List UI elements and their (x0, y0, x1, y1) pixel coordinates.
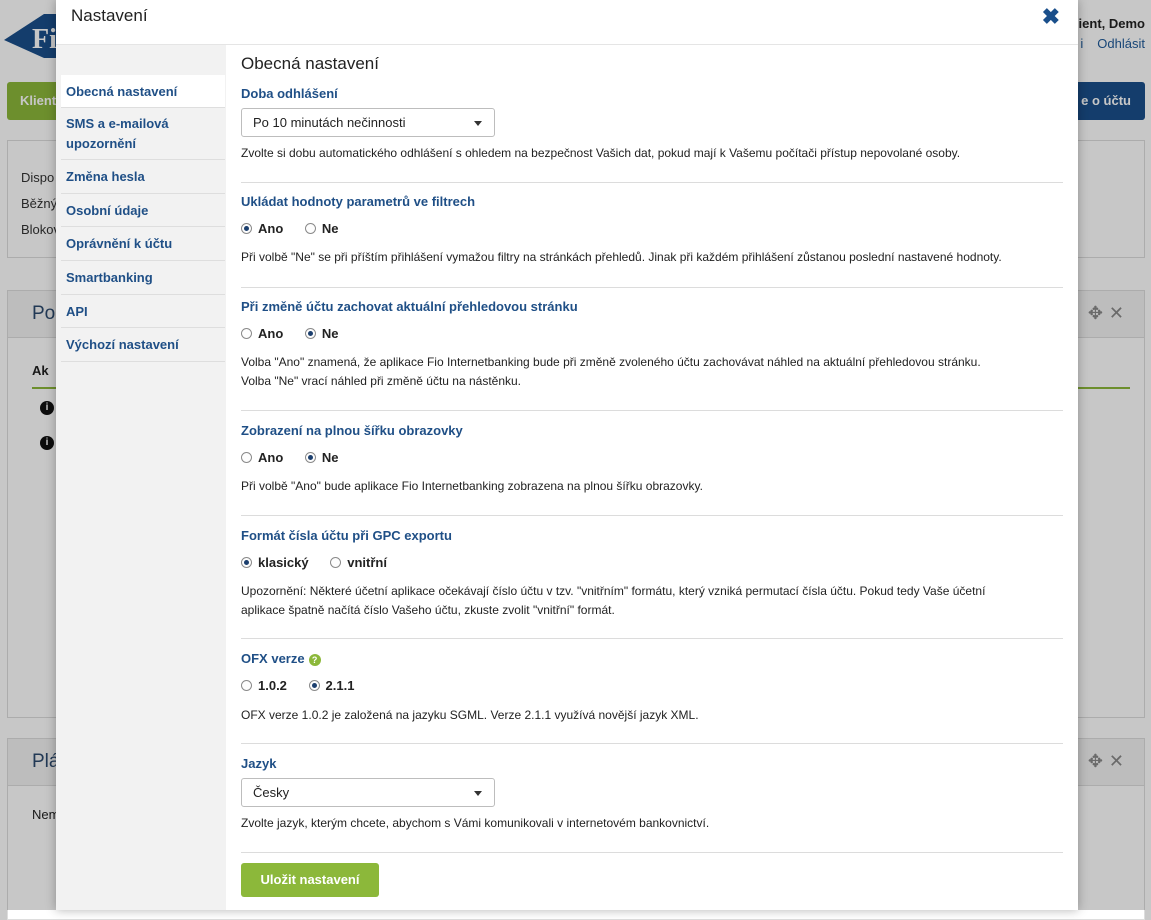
gpc-radio-classic[interactable]: klasický (241, 555, 309, 570)
ofx-radio-102[interactable]: 1.0.2 (241, 678, 287, 693)
language-select[interactable]: Česky (241, 778, 495, 807)
radio-dot (304, 223, 316, 234)
filters-radio-group: Ano Ne (241, 221, 357, 236)
sidebar-item-defaults[interactable]: Výchozí nastavení (61, 328, 225, 362)
fullwidth-desc: Při volbě "Ano" bude aplikace Fio Intern… (241, 479, 703, 493)
filters-desc: Při volbě "Ne" se při příštím přihlášení… (241, 250, 1002, 264)
question-icon[interactable]: ? (308, 654, 321, 666)
sidebar-item-sms-email[interactable]: SMS a e-mailová upozornění (61, 108, 225, 160)
modal-header: Nastavení ✖ (56, 0, 1078, 45)
ofx-radio-211[interactable]: 2.1.1 (308, 678, 355, 693)
settings-sidebar: Obecná nastavení SMS a e-mailová upozorn… (56, 45, 226, 910)
gpc-desc-1: Upozornění: Některé účetní aplikace oček… (241, 584, 986, 598)
logout-select-value: Po 10 minutách nečinnosti (253, 115, 406, 130)
ofx-desc: OFX verze 1.0.2 je založená na jazyku SG… (241, 708, 699, 722)
divider (241, 515, 1063, 516)
keep-page-radio-group: Ano Ne (241, 326, 357, 341)
keep-page-desc-1: Volba "Ano" znamená, že aplikace Fio Int… (241, 355, 981, 369)
sidebar-item-api[interactable]: API (61, 295, 225, 328)
divider (241, 638, 1063, 639)
radio-label: Ne (321, 450, 339, 465)
ofx-heading: OFX verze? (241, 651, 321, 666)
radio-label: Ano (258, 450, 284, 465)
radio-dot (304, 452, 316, 463)
filters-heading: Ukládat hodnoty parametrů ve filtrech (241, 194, 476, 209)
chevron-down-icon (474, 121, 482, 126)
settings-content: Obecná nastavení Doba odhlášení Po 10 mi… (241, 45, 1063, 910)
language-desc: Zvolte jazyk, kterým chcete, abychom s V… (241, 816, 710, 830)
ofx-radio-group: 1.0.2 2.1.1 (241, 678, 372, 693)
logout-select[interactable]: Po 10 minutách nečinnosti (241, 108, 495, 137)
sidebar-item-permissions[interactable]: Oprávnění k účtu (61, 227, 225, 261)
radio-dot (241, 557, 252, 568)
fullwidth-heading: Zobrazení na plnou šířku obrazovky (241, 423, 463, 438)
radio-dot (241, 452, 252, 463)
filters-radio-no[interactable]: Ne (304, 221, 339, 236)
divider (241, 852, 1063, 853)
logout-desc: Zvolte si dobu automatického odhlášení s… (241, 146, 961, 160)
ofx-heading-label: OFX verze (241, 651, 305, 666)
keep-page-radio-no[interactable]: Ne (304, 326, 339, 341)
radio-label: 2.1.1 (325, 678, 355, 693)
radio-label: Ano (258, 221, 284, 236)
modal-title: Nastavení (71, 6, 148, 25)
sidebar-item-general[interactable]: Obecná nastavení (61, 75, 225, 108)
radio-dot (241, 223, 252, 234)
radio-label: vnitřní (347, 555, 387, 570)
fullwidth-radio-no[interactable]: Ne (304, 450, 339, 465)
chevron-down-icon (474, 791, 482, 796)
radio-label: Ano (258, 326, 284, 341)
close-icon[interactable]: ✖ (1042, 6, 1060, 28)
fullwidth-radio-yes[interactable]: Ano (241, 450, 283, 465)
sidebar-item-password[interactable]: Změna hesla (61, 160, 225, 194)
gpc-radio-internal[interactable]: vnitřní (330, 555, 387, 570)
divider (241, 182, 1063, 183)
radio-label: 1.0.2 (258, 678, 287, 693)
keep-page-radio-yes[interactable]: Ano (241, 326, 283, 341)
radio-dot (241, 328, 252, 339)
radio-label: Ne (321, 326, 339, 341)
keep-page-desc-2: Volba "Ne" vrací náhled při změně účtu n… (241, 374, 522, 388)
logout-heading: Doba odhlášení (241, 86, 338, 101)
radio-dot (304, 328, 316, 339)
section-title: Obecná nastavení (241, 54, 379, 73)
gpc-desc-2: aplikace špatně načítá číslo Vašeho účtu… (241, 603, 615, 617)
radio-dot (241, 680, 252, 691)
filters-radio-yes[interactable]: Ano (241, 221, 283, 236)
keep-page-heading: Při změně účtu zachovat aktuální přehled… (241, 299, 578, 314)
radio-dot (308, 680, 320, 691)
settings-modal: Nastavení ✖ Obecná nastavení SMS a e-mai… (56, 0, 1078, 910)
radio-label: Ne (321, 221, 339, 236)
language-select-value: Česky (253, 785, 290, 800)
language-heading: Jazyk (241, 756, 277, 771)
divider (241, 410, 1063, 411)
save-button[interactable]: Uložit nastavení (241, 863, 379, 897)
fullwidth-radio-group: Ano Ne (241, 450, 357, 465)
sidebar-item-smartbanking[interactable]: Smartbanking (61, 261, 225, 295)
gpc-heading: Formát čísla účtu při GPC exportu (241, 528, 452, 543)
sidebar-item-personal[interactable]: Osobní údaje (61, 194, 225, 227)
divider (241, 743, 1063, 744)
divider (241, 287, 1063, 288)
radio-dot (330, 557, 342, 568)
radio-label: klasický (258, 555, 309, 570)
gpc-radio-group: klasický vnitřní (241, 555, 405, 570)
